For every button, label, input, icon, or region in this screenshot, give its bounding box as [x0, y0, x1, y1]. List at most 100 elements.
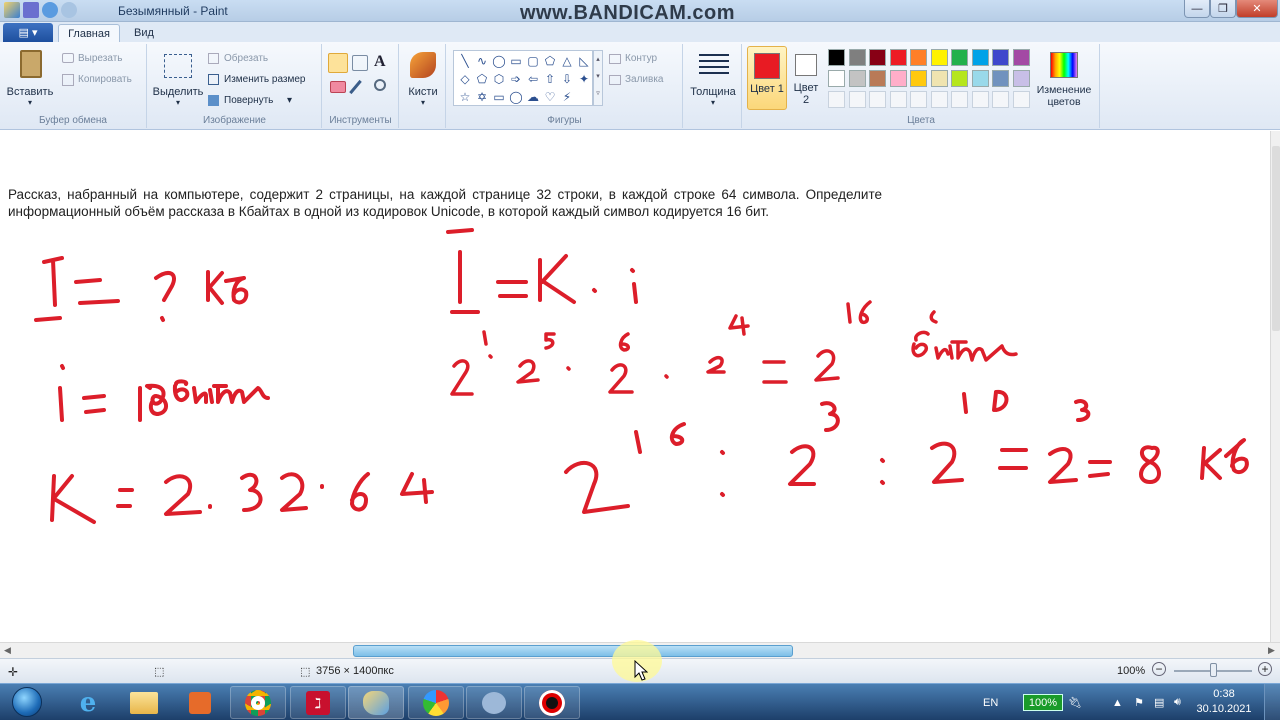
vertical-scrollbar[interactable]: [1270, 131, 1280, 642]
shape-item[interactable]: ⬠: [542, 53, 558, 69]
select-button[interactable]: Выделить ▾: [152, 48, 204, 108]
language-indicator[interactable]: EN: [983, 684, 998, 720]
palette-swatch[interactable]: [951, 49, 968, 66]
shape-item[interactable]: ∿: [474, 53, 490, 69]
resize-button[interactable]: Изменить размер: [224, 74, 305, 85]
volume-icon[interactable]: 🔊︎: [1174, 684, 1181, 720]
custom-color-slot[interactable]: [971, 91, 989, 108]
size-button[interactable]: Толщина ▾: [687, 48, 739, 110]
shape-item[interactable]: △: [559, 53, 575, 69]
shape-item[interactable]: ⬡: [491, 71, 507, 87]
shape-item[interactable]: ◇: [457, 71, 473, 87]
scroll-left-icon[interactable]: ◀: [4, 645, 11, 656]
palette-swatch[interactable]: [910, 49, 927, 66]
shape-item[interactable]: ➩: [508, 71, 524, 87]
undo-icon[interactable]: [42, 2, 58, 18]
paint-app-icon[interactable]: [4, 2, 20, 18]
color1-button[interactable]: Цвет 1: [747, 46, 787, 110]
start-button[interactable]: [2, 685, 52, 719]
palette-swatch[interactable]: [889, 49, 907, 66]
shape-item[interactable]: ◯: [508, 89, 524, 105]
vertical-scroll-thumb[interactable]: [1272, 146, 1280, 331]
pencil-icon[interactable]: [328, 53, 348, 73]
explorer-button[interactable]: [116, 686, 172, 719]
color2-button[interactable]: Цвет 2: [790, 46, 824, 110]
palette-swatch[interactable]: [971, 49, 989, 66]
crop-button[interactable]: Обрезать: [224, 53, 268, 64]
edit-colors-button[interactable]: Изменение цветов: [1032, 48, 1096, 110]
shape-item[interactable]: ✦: [576, 71, 592, 87]
palette-swatch[interactable]: [869, 70, 886, 87]
text-tool-icon[interactable]: A: [374, 53, 386, 71]
canvas[interactable]: Рассказ, набранный на компьютере, содерж…: [0, 131, 1270, 642]
media-player-button[interactable]: [172, 686, 228, 719]
zoom-out-icon[interactable]: −: [1152, 662, 1166, 676]
shape-item[interactable]: ╲: [457, 53, 473, 69]
chrome-button[interactable]: [230, 686, 286, 719]
shape-item[interactable]: ⇩: [559, 71, 575, 87]
brushes-button[interactable]: Кисти ▾: [402, 48, 444, 110]
paint-taskbar-button[interactable]: [348, 686, 404, 719]
battery-indicator[interactable]: 100%: [1023, 694, 1063, 711]
shape-item[interactable]: ⇦: [525, 71, 541, 87]
shape-item[interactable]: ⚡: [559, 89, 575, 105]
palette-swatch[interactable]: [971, 70, 989, 87]
palette-swatch[interactable]: [992, 70, 1009, 87]
paste-button[interactable]: Вставить ▾: [6, 48, 54, 108]
fill-button[interactable]: Заливка: [625, 74, 664, 85]
show-hidden-icons[interactable]: ▲: [1112, 684, 1123, 720]
tab-home[interactable]: Главная: [58, 24, 120, 42]
app-menu-button[interactable]: ▤ ▾: [3, 23, 53, 42]
palette-swatch[interactable]: [889, 70, 907, 87]
shape-item[interactable]: ⇧: [542, 71, 558, 87]
picasa-button[interactable]: [408, 686, 464, 719]
custom-color-slot[interactable]: [992, 91, 1009, 108]
close-button[interactable]: ✕: [1236, 0, 1278, 18]
palette-swatch[interactable]: [930, 49, 948, 66]
palette-swatch[interactable]: [848, 49, 866, 66]
screen-tool-button[interactable]: [466, 686, 522, 719]
zoom-in-icon[interactable]: +: [1258, 662, 1272, 676]
custom-color-slot[interactable]: [1012, 91, 1030, 108]
acrobat-button[interactable]: ℷ: [290, 686, 346, 719]
horizontal-scroll-thumb[interactable]: [353, 645, 793, 657]
scroll-right-icon[interactable]: ▶: [1268, 645, 1275, 656]
custom-color-slot[interactable]: [951, 91, 968, 108]
flag-icon[interactable]: ⚑: [1134, 684, 1144, 720]
custom-color-slot[interactable]: [848, 91, 866, 108]
network-icon[interactable]: ▤: [1154, 684, 1164, 720]
maximize-button[interactable]: ❐: [1210, 0, 1236, 18]
gallery-scroll-icon[interactable]: ▴ ▾ ▿: [593, 50, 603, 106]
custom-color-slot[interactable]: [889, 91, 907, 108]
shape-item[interactable]: ▢: [525, 53, 541, 69]
outline-button[interactable]: Контур: [625, 53, 657, 64]
minimize-button[interactable]: —: [1184, 0, 1210, 18]
custom-color-slot[interactable]: [869, 91, 886, 108]
internet-explorer-button[interactable]: e: [60, 686, 116, 719]
palette-swatch[interactable]: [869, 49, 886, 66]
palette-swatch[interactable]: [828, 70, 845, 87]
tab-view[interactable]: Вид: [126, 24, 162, 42]
zoom-slider-thumb[interactable]: [1210, 663, 1217, 677]
copy-button[interactable]: Копировать: [78, 74, 132, 85]
magnifier-icon[interactable]: [374, 79, 386, 91]
bandicam-button[interactable]: [524, 686, 580, 719]
palette-swatch[interactable]: [930, 70, 948, 87]
shape-item[interactable]: ⬠: [474, 71, 490, 87]
palette-swatch[interactable]: [828, 49, 845, 66]
shape-item[interactable]: ▭: [508, 53, 524, 69]
palette-swatch[interactable]: [992, 49, 1009, 66]
shape-item[interactable]: ☁: [525, 89, 541, 105]
show-desktop-button[interactable]: [1264, 684, 1280, 720]
palette-swatch[interactable]: [951, 70, 968, 87]
cut-button[interactable]: Вырезать: [78, 53, 122, 64]
palette-swatch[interactable]: [1012, 49, 1030, 66]
color-picker-icon[interactable]: [349, 79, 362, 95]
system-clock[interactable]: 0:38 30.10.2021: [1196, 687, 1252, 717]
palette-swatch[interactable]: [848, 70, 866, 87]
custom-color-slot[interactable]: [930, 91, 948, 108]
custom-color-slot[interactable]: [910, 91, 927, 108]
shape-item[interactable]: ▭: [491, 89, 507, 105]
palette-swatch[interactable]: [1012, 70, 1030, 87]
save-icon[interactable]: [23, 2, 39, 18]
